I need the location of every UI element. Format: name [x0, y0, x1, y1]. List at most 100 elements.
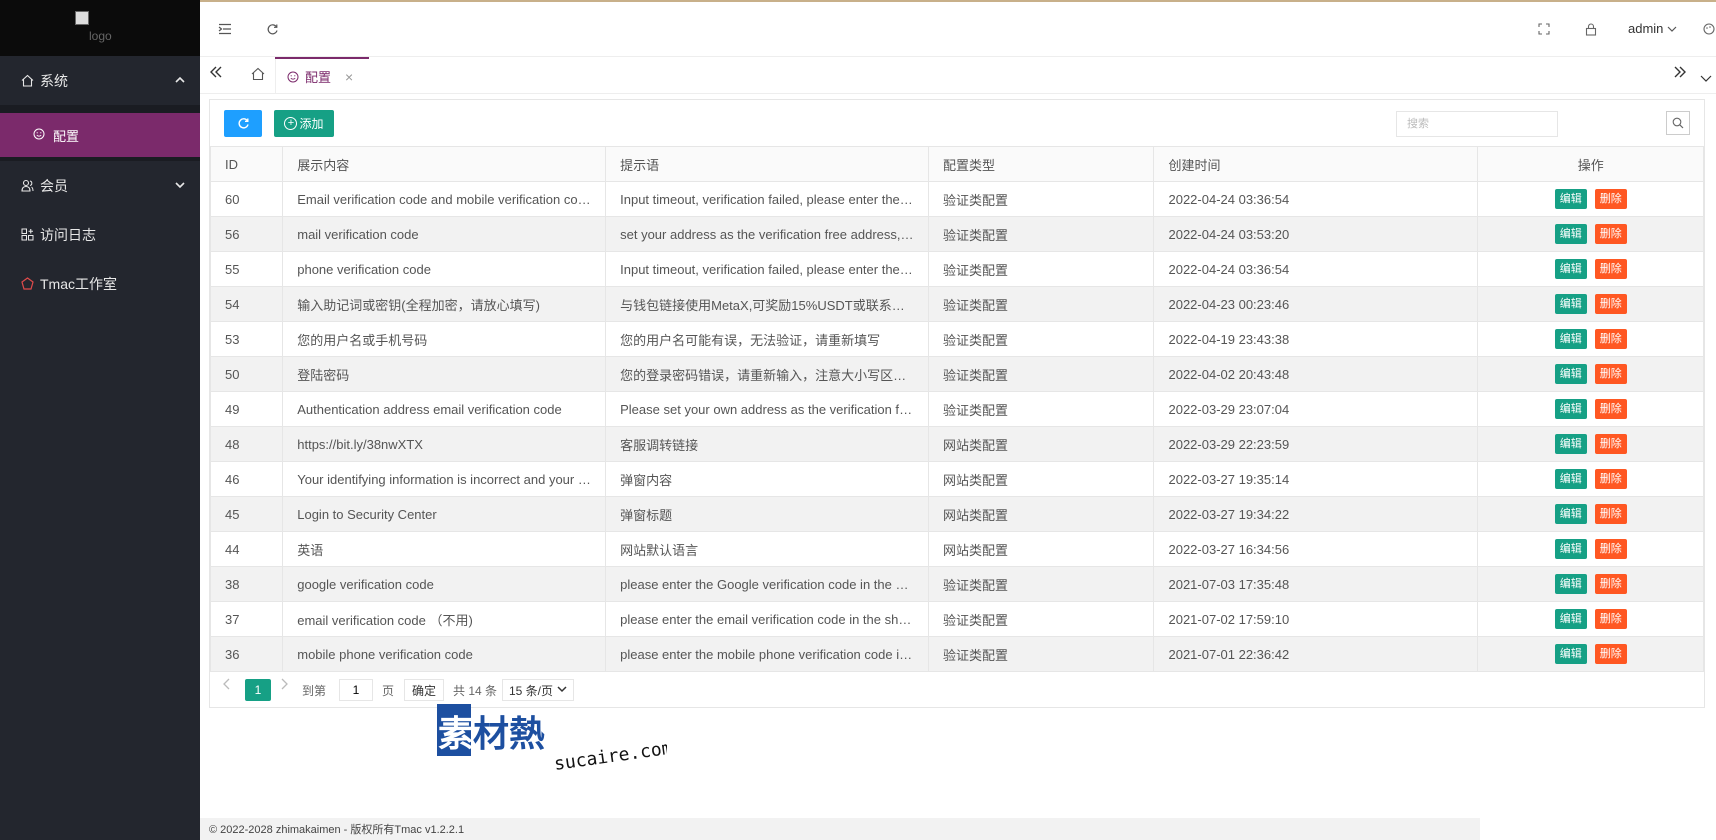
- tabs-scroll-left-icon[interactable]: [208, 63, 224, 86]
- delete-button[interactable]: 删除: [1594, 294, 1627, 314]
- sidebar-item-tmac-studio[interactable]: Tmac工作室: [0, 259, 200, 308]
- refresh-button[interactable]: [224, 110, 262, 137]
- delete-button[interactable]: 删除: [1594, 224, 1627, 244]
- user-menu[interactable]: admin: [1628, 21, 1677, 36]
- next-page-icon[interactable]: [279, 677, 289, 696]
- table-header-row: ID 展示内容 提示语 配置类型 创建时间 操作: [209, 146, 1704, 182]
- cell-created-time: 2022-03-29 22:23:59: [1153, 426, 1479, 462]
- sidebar: logo 系统 配置 会员 访问日志 Tmac工作室: [0, 0, 200, 840]
- sidebar-item-label: 系统: [40, 72, 68, 89]
- search-button[interactable]: [1666, 111, 1690, 135]
- page-size-select[interactable]: 15 条/页: [502, 679, 574, 701]
- delete-button[interactable]: 删除: [1594, 609, 1627, 629]
- cell-prompt: Input timeout, verification failed, plea…: [605, 251, 930, 287]
- sidebar-subitem-label: 配置: [53, 128, 80, 144]
- cell-display-content: Your identifying information is incorrec…: [282, 461, 607, 497]
- prev-page-icon[interactable]: [222, 677, 232, 696]
- cell-display-content: https://bit.ly/38nwXTX: [282, 426, 607, 462]
- submenu-system: 配置: [0, 105, 200, 161]
- column-header-created-time[interactable]: 创建时间: [1153, 146, 1479, 182]
- cell-config-type: 验证类配置: [928, 636, 1155, 672]
- watermark-rest-chars: 材熱: [473, 714, 545, 755]
- edit-button[interactable]: 编辑: [1554, 259, 1587, 279]
- home-icon: [20, 74, 34, 88]
- edit-button[interactable]: 编辑: [1554, 574, 1587, 594]
- cell-created-time: 2022-04-23 00:23:46: [1153, 286, 1479, 322]
- delete-button[interactable]: 删除: [1594, 399, 1627, 419]
- cell-prompt: 您的用户名可能有误，无法验证，请重新填写: [605, 321, 930, 357]
- edit-button[interactable]: 编辑: [1554, 364, 1587, 384]
- tabs-scroll-right-icon[interactable]: [1672, 63, 1688, 86]
- sidebar-item-system[interactable]: 系统: [0, 56, 200, 105]
- cell-prompt: Input timeout, verification failed, plea…: [605, 181, 930, 217]
- pagination: 1 到第 页 确定 共 14 条 15 条/页: [210, 673, 1704, 707]
- close-icon[interactable]: ×: [345, 69, 353, 85]
- column-header-id[interactable]: ID: [209, 146, 284, 182]
- current-page[interactable]: 1: [245, 679, 271, 701]
- edit-button[interactable]: 编辑: [1554, 189, 1587, 209]
- delete-button[interactable]: 删除: [1594, 329, 1627, 349]
- chevron-down-icon: [557, 685, 567, 693]
- goto-label: 到第: [302, 684, 327, 698]
- sidebar-item-config[interactable]: 配置: [0, 113, 200, 157]
- edit-button[interactable]: 编辑: [1554, 329, 1587, 349]
- cell-actions: 编辑 删除: [1477, 566, 1704, 602]
- cell-created-time: 2022-03-27 19:35:14: [1153, 461, 1479, 497]
- delete-button[interactable]: 删除: [1594, 504, 1627, 524]
- table-row: 36 mobile phone verification code please e…: [209, 636, 1704, 672]
- logo-image: logo: [75, 11, 121, 45]
- delete-button[interactable]: 删除: [1594, 574, 1627, 594]
- fullscreen-icon[interactable]: [1535, 20, 1553, 38]
- edit-button[interactable]: 编辑: [1554, 504, 1587, 524]
- column-header-config-type[interactable]: 配置类型: [928, 146, 1155, 182]
- edit-button[interactable]: 编辑: [1554, 399, 1587, 419]
- lock-icon[interactable]: [1582, 20, 1600, 38]
- edit-button[interactable]: 编辑: [1554, 434, 1587, 454]
- delete-button[interactable]: 删除: [1594, 364, 1627, 384]
- add-button[interactable]: + 添加: [274, 110, 334, 137]
- column-header-prompt[interactable]: 提示语: [605, 146, 930, 182]
- tab-label: 配置: [305, 70, 332, 85]
- table-row: 54 输入助记词或密钥(全程加密，请放心填写) 与钱包链接使用MetaX,可奖励15…: [209, 286, 1704, 322]
- refresh-icon[interactable]: [263, 20, 281, 38]
- edit-button[interactable]: 编辑: [1554, 294, 1587, 314]
- tabs-dropdown-icon[interactable]: [1700, 67, 1712, 90]
- edit-button[interactable]: 编辑: [1554, 644, 1587, 664]
- tab-home[interactable]: [240, 57, 276, 94]
- edit-button[interactable]: 编辑: [1554, 609, 1587, 629]
- delete-button[interactable]: 删除: [1594, 189, 1627, 209]
- cell-display-content: Login to Security Center: [282, 496, 607, 532]
- sidebar-item-access-log[interactable]: 访问日志: [0, 210, 200, 259]
- theme-icon[interactable]: [1700, 20, 1716, 38]
- page-size-value: 15 条/页: [509, 683, 554, 698]
- delete-button[interactable]: 删除: [1594, 539, 1627, 559]
- cell-display-content: email verification code （不用): [282, 601, 607, 637]
- page-number-input[interactable]: [339, 679, 373, 701]
- cell-display-content: mobile phone verification code: [282, 636, 607, 672]
- plus-circle-icon: +: [284, 117, 298, 130]
- home-icon: [251, 67, 265, 84]
- table-row: 37 email verification code （不用) please ent…: [209, 601, 1704, 637]
- cell-config-type: 验证类配置: [928, 601, 1155, 637]
- delete-button[interactable]: 删除: [1594, 469, 1627, 489]
- cell-actions: 编辑 删除: [1477, 286, 1704, 322]
- column-header-display-content[interactable]: 展示内容: [282, 146, 607, 182]
- delete-button[interactable]: 删除: [1594, 644, 1627, 664]
- goto-confirm-button[interactable]: 确定: [404, 679, 444, 701]
- page-label: 页: [382, 684, 395, 698]
- cell-created-time: 2022-03-29 23:07:04: [1153, 391, 1479, 427]
- cell-actions: 编辑 删除: [1477, 356, 1704, 392]
- delete-button[interactable]: 删除: [1594, 259, 1627, 279]
- edit-button[interactable]: 编辑: [1554, 469, 1587, 489]
- delete-button[interactable]: 删除: [1594, 434, 1627, 454]
- cell-prompt: please enter the mobile phone verificati…: [605, 636, 930, 672]
- sidebar-item-members[interactable]: 会员: [0, 161, 200, 210]
- menu-toggle-icon[interactable]: [216, 20, 234, 38]
- cell-created-time: 2021-07-02 17:59:10: [1153, 601, 1479, 637]
- edit-button[interactable]: 编辑: [1554, 224, 1587, 244]
- tab-config[interactable]: 配置 ×: [275, 57, 369, 94]
- edit-button[interactable]: 编辑: [1554, 539, 1587, 559]
- search-input[interactable]: [1396, 111, 1558, 137]
- cell-actions: 编辑 删除: [1477, 531, 1704, 567]
- cell-display-content: 英语: [282, 531, 607, 567]
